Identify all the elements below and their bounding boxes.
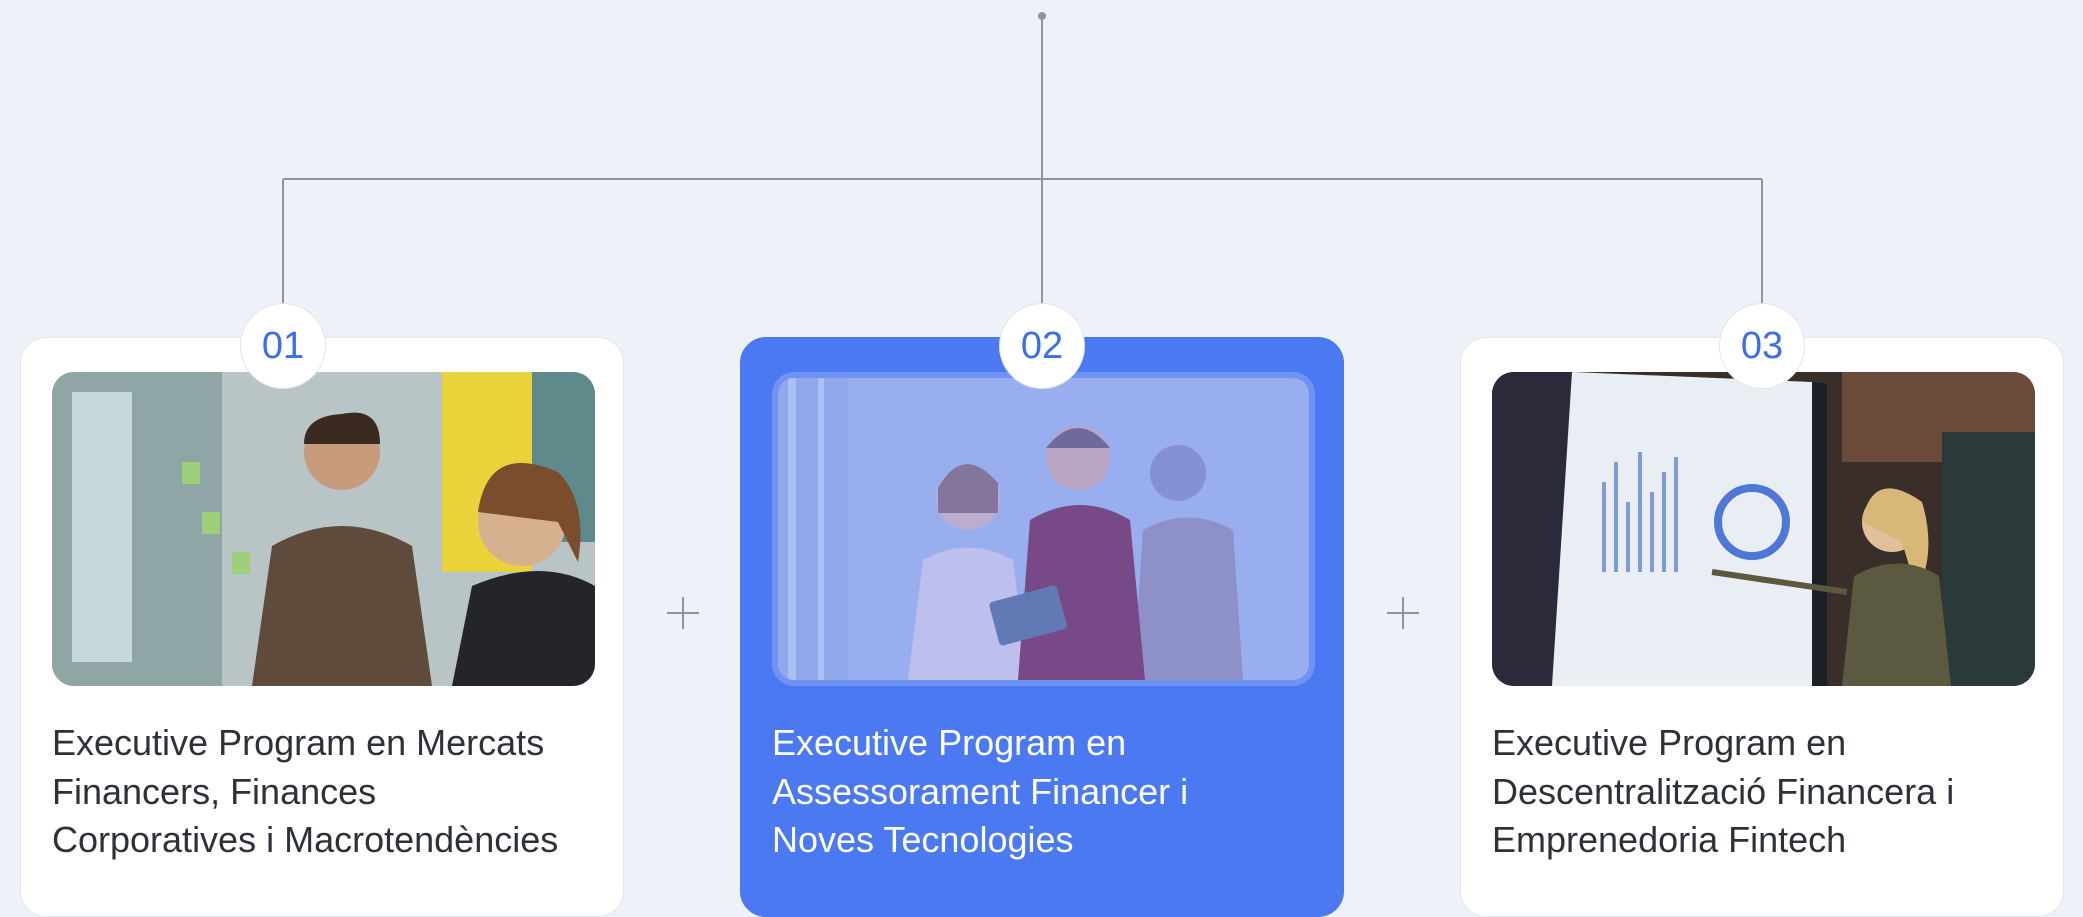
program-number-badge-01: 01: [240, 303, 326, 389]
program-image-tablet-consultation: [772, 372, 1315, 686]
program-image-presentation-screen: [1492, 372, 2035, 686]
program-number-badge-03: 03: [1719, 303, 1805, 389]
program-image-team-meeting: [52, 372, 595, 686]
program-card-02[interactable]: Executive Program en Assessorament Finan…: [740, 337, 1344, 917]
program-card-03[interactable]: Executive Program en Descentralització F…: [1460, 337, 2064, 917]
program-title: Executive Program en Mercats Financers, …: [52, 722, 559, 860]
plus-icon: [667, 597, 699, 629]
connector-root-dot: [1038, 12, 1046, 20]
plus-icon: [1387, 597, 1419, 629]
program-card-01[interactable]: Executive Program en Mercats Financers, …: [20, 337, 624, 917]
program-title: Executive Program en Assessorament Finan…: [772, 722, 1189, 860]
program-title: Executive Program en Descentralització F…: [1492, 722, 1955, 860]
program-number-badge-02: 02: [999, 303, 1085, 389]
